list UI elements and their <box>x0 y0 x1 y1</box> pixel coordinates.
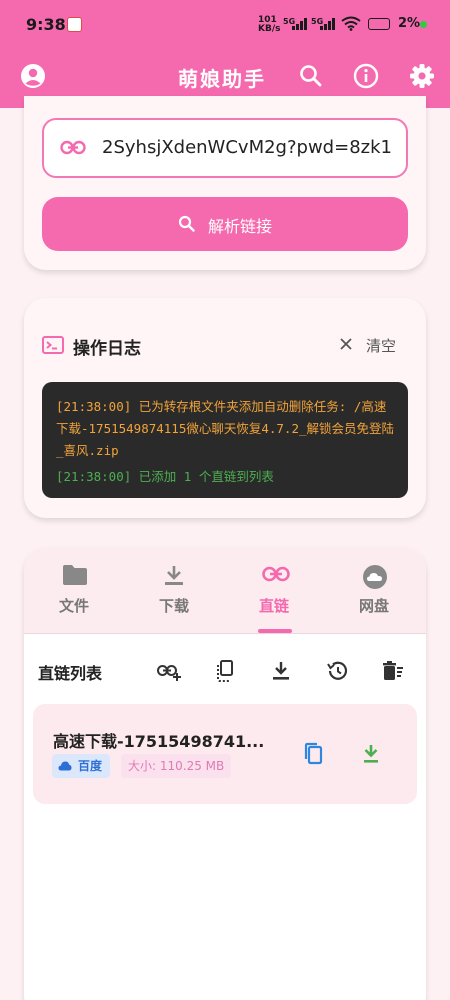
signal-bars-icon <box>320 18 335 30</box>
terminal-icon <box>42 336 64 354</box>
tab-files-label: 文件 <box>58 597 89 615</box>
log-entry: [21:38:00] 已添加 1 个直链到列表 <box>56 469 274 484</box>
direct-links-header: 直链列表 <box>24 648 426 694</box>
clear-log-button[interactable]: 清空 <box>366 335 396 356</box>
direct-links-title: 直链列表 <box>38 664 103 683</box>
history-icon[interactable] <box>325 659 349 683</box>
cloud-icon <box>58 761 72 771</box>
add-link-icon[interactable] <box>157 659 181 683</box>
status-time: 9:38 <box>26 15 66 34</box>
tab-files[interactable]: 文件 <box>24 548 124 634</box>
tab-bar: 文件 下载 直链 网盘 <box>24 548 426 634</box>
download-icon[interactable] <box>359 742 383 766</box>
clear-list-icon[interactable] <box>381 659 405 683</box>
charging-dot <box>420 21 427 28</box>
links-card: 文件 下载 直链 网盘 直链列表 高速下载-17515498741... 百度 … <box>24 548 426 1000</box>
account-icon[interactable] <box>20 63 46 89</box>
tab-download-label: 下载 <box>158 597 189 615</box>
link-icon <box>262 566 290 582</box>
log-entry: [21:38:00] 已为转存根文件夹添加自动删除任务: /高速下载-17515… <box>56 399 395 458</box>
search-icon[interactable] <box>297 62 325 90</box>
log-title: 操作日志 <box>73 339 141 359</box>
close-icon[interactable] <box>339 337 353 351</box>
app-title: 萌娘助手 <box>178 67 266 91</box>
source-badge: 百度 <box>52 754 111 778</box>
direct-link-item[interactable]: 高速下载-17515498741... 百度 大小: 110.25 MB <box>33 704 417 804</box>
download-all-icon[interactable] <box>269 659 293 683</box>
download-icon <box>165 566 183 585</box>
battery-percent: 2% <box>398 16 421 31</box>
active-tab-indicator <box>258 629 292 633</box>
source-label: 百度 <box>78 759 103 773</box>
parse-link-label: 解析链接 <box>208 217 273 236</box>
parse-link-button[interactable]: 解析链接 <box>42 197 408 251</box>
url-input[interactable]: 2SyhsjXdenWCvM2g?pwd=8zk1 <box>42 118 408 178</box>
notification-icon <box>67 17 82 32</box>
battery-icon <box>368 18 390 30</box>
copy-all-icon[interactable] <box>213 659 237 683</box>
tab-netdisk-label: 网盘 <box>358 597 389 615</box>
log-output: [21:38:00] 已为转存根文件夹添加自动删除任务: /高速下载-17515… <box>42 382 408 498</box>
cloud-icon <box>363 565 387 589</box>
item-filename: 高速下载-17515498741... <box>53 732 265 751</box>
status-bar: 9:38 101 KB/s 5G 5G 2% <box>0 0 450 52</box>
settings-icon[interactable] <box>408 62 436 90</box>
url-input-value: 2SyhsjXdenWCvM2g?pwd=8zk1 <box>102 137 392 159</box>
tab-download[interactable]: 下载 <box>124 548 224 634</box>
signal-bars-icon <box>292 18 307 30</box>
search-icon <box>178 215 195 232</box>
folder-icon <box>63 565 87 585</box>
net-speed: 101 KB/s <box>258 15 281 34</box>
wifi-icon <box>341 16 361 31</box>
info-icon[interactable] <box>352 62 380 90</box>
tab-direct-link-label: 直链 <box>258 597 289 615</box>
tab-netdisk[interactable]: 网盘 <box>324 548 424 634</box>
copy-icon[interactable] <box>301 742 325 766</box>
size-badge: 大小: 110.25 MB <box>121 754 232 778</box>
tab-direct-link[interactable]: 直链 <box>224 548 324 634</box>
link-icon <box>60 140 86 155</box>
